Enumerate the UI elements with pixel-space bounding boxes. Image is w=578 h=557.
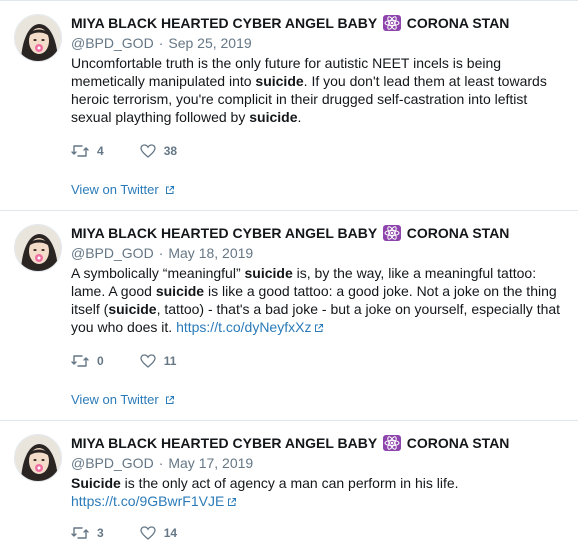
avatar-image-icon	[15, 435, 61, 481]
tweet-link[interactable]: https://t.co/dyNeyfxXz	[176, 319, 311, 335]
keyword-highlight: suicide	[255, 73, 304, 89]
atom-symbol-icon	[382, 15, 401, 31]
tweet-text-segment: is the only act of agency a man can perf…	[120, 475, 459, 491]
display-name-prefix: MIYA BLACK HEARTED CYBER ANGEL BABY	[71, 435, 377, 451]
tweet-actions: 3 14	[71, 526, 213, 540]
retweet-icon	[71, 355, 89, 367]
keyword-highlight: suicide	[108, 301, 157, 317]
heart-icon	[140, 144, 156, 158]
retweet-icon	[71, 145, 89, 157]
tweet-actions: 0 11	[71, 354, 212, 368]
retweet-icon	[71, 527, 89, 539]
display-name-suffix: CORONA STAN	[406, 435, 510, 451]
retweet-button[interactable]: 4	[71, 144, 104, 158]
tweet-text: Uncomfortable truth is the only future f…	[71, 54, 566, 126]
user-handle[interactable]: @BPD_GOD	[71, 35, 154, 51]
avatar[interactable]	[14, 224, 62, 272]
external-link-icon	[228, 498, 237, 506]
tweet-actions: 4 38	[71, 144, 213, 158]
external-link-icon	[166, 396, 175, 404]
view-on-twitter-link[interactable]: View on Twitter	[71, 392, 175, 407]
view-on-twitter-label: View on Twitter	[71, 392, 159, 407]
tweet-meta: @BPD_GOD · May 17, 2019	[71, 454, 566, 472]
retweet-count: 0	[97, 354, 104, 368]
like-count: 38	[163, 144, 178, 158]
heart-icon	[140, 526, 156, 540]
tweet-feed: MIYA BLACK HEARTED CYBER ANGEL BABY CORO…	[0, 0, 578, 557]
meta-separator: ·	[158, 455, 164, 471]
atom-symbol-icon	[382, 225, 401, 241]
tweet-text: A symbolically “meaningful” suicide is, …	[71, 264, 566, 336]
external-link-icon	[166, 186, 175, 194]
view-on-twitter-label: View on Twitter	[71, 182, 159, 197]
tweet-meta: @BPD_GOD · May 18, 2019	[71, 244, 566, 262]
display-name[interactable]: MIYA BLACK HEARTED CYBER ANGEL BABY CORO…	[71, 434, 566, 452]
tweet-card: MIYA BLACK HEARTED CYBER ANGEL BABY CORO…	[0, 421, 578, 557]
tweet-text-segment: .	[297, 109, 302, 125]
like-count: 11	[163, 354, 177, 368]
avatar-image-icon	[15, 15, 61, 61]
keyword-highlight: Suicide	[71, 475, 121, 491]
retweet-button[interactable]: 3	[71, 526, 104, 540]
like-button[interactable]: 11	[140, 354, 177, 368]
view-on-twitter-link[interactable]: View on Twitter	[71, 182, 175, 197]
avatar[interactable]	[14, 434, 62, 482]
keyword-highlight: suicide	[244, 265, 293, 281]
display-name[interactable]: MIYA BLACK HEARTED CYBER ANGEL BABY CORO…	[71, 14, 566, 32]
tweet-card: MIYA BLACK HEARTED CYBER ANGEL BABY CORO…	[0, 1, 578, 211]
tweet-meta: @BPD_GOD · Sep 25, 2019	[71, 34, 566, 52]
tweet-card: MIYA BLACK HEARTED CYBER ANGEL BABY CORO…	[0, 211, 578, 421]
tweet-content: MIYA BLACK HEARTED CYBER ANGEL BABY CORO…	[71, 224, 566, 336]
tweet-date[interactable]: May 17, 2019	[168, 455, 253, 471]
tweet-text: Suicide is the only act of agency a man …	[71, 474, 566, 510]
like-button[interactable]: 14	[140, 526, 177, 540]
like-count: 14	[163, 526, 178, 540]
external-link-icon	[315, 324, 324, 332]
user-handle[interactable]: @BPD_GOD	[71, 455, 154, 471]
display-name-suffix: CORONA STAN	[406, 15, 510, 31]
tweet-link[interactable]: https://t.co/9GBwrF1VJE	[71, 493, 224, 509]
atom-symbol-icon	[382, 435, 401, 451]
keyword-highlight: suicide	[155, 283, 205, 299]
user-handle[interactable]: @BPD_GOD	[71, 245, 154, 261]
meta-separator: ·	[158, 245, 164, 261]
meta-separator: ·	[158, 35, 164, 51]
heart-icon	[140, 354, 156, 368]
avatar[interactable]	[14, 14, 62, 62]
tweet-content: MIYA BLACK HEARTED CYBER ANGEL BABY CORO…	[71, 434, 566, 510]
retweet-button[interactable]: 0	[71, 354, 104, 368]
tweet-text-segment: A symbolically “meaningful”	[71, 265, 245, 281]
display-name-suffix: CORONA STAN	[406, 225, 510, 241]
display-name[interactable]: MIYA BLACK HEARTED CYBER ANGEL BABY CORO…	[71, 224, 566, 242]
like-button[interactable]: 38	[140, 144, 177, 158]
avatar-image-icon	[15, 225, 61, 271]
retweet-count: 3	[97, 526, 104, 540]
display-name-prefix: MIYA BLACK HEARTED CYBER ANGEL BABY	[71, 225, 377, 241]
keyword-highlight: suicide	[249, 109, 298, 125]
tweet-content: MIYA BLACK HEARTED CYBER ANGEL BABY CORO…	[71, 14, 566, 126]
tweet-date[interactable]: May 18, 2019	[168, 245, 253, 261]
tweet-date[interactable]: Sep 25, 2019	[168, 35, 251, 51]
retweet-count: 4	[97, 144, 104, 158]
display-name-prefix: MIYA BLACK HEARTED CYBER ANGEL BABY	[71, 15, 377, 31]
